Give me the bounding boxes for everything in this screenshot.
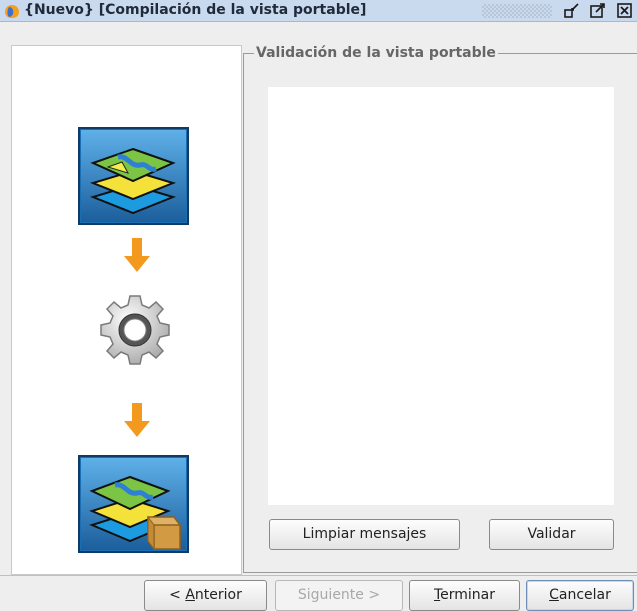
finish-button[interactable]: Terminar bbox=[409, 580, 520, 611]
title-bar-pattern bbox=[482, 4, 552, 18]
title-bar[interactable]: {Nuevo} [Compilación de la vista portabl… bbox=[0, 0, 637, 22]
validation-messages-area[interactable] bbox=[268, 87, 614, 505]
previous-button[interactable]: < Anterior bbox=[144, 580, 267, 611]
next-button[interactable]: Siguiente > bbox=[275, 580, 403, 611]
maximize-icon[interactable] bbox=[590, 3, 606, 18]
cancel-button[interactable]: Cancelar bbox=[526, 580, 634, 611]
clear-messages-button[interactable]: Limpiar mensajes bbox=[269, 519, 460, 550]
window-title: {Nuevo} [Compilación de la vista portabl… bbox=[24, 2, 367, 18]
minimize-icon[interactable] bbox=[564, 3, 580, 18]
close-icon[interactable] bbox=[617, 3, 633, 18]
gear-icon bbox=[100, 295, 170, 365]
validation-group-legend: Validación de la vista portable bbox=[254, 45, 498, 61]
arrow-down-icon bbox=[124, 238, 150, 272]
map-layers-icon bbox=[78, 127, 189, 225]
footer-separator bbox=[0, 575, 637, 576]
map-package-icon bbox=[78, 455, 189, 553]
app-fruit-icon bbox=[5, 5, 19, 18]
validate-button[interactable]: Validar bbox=[489, 519, 614, 550]
arrow-down-icon bbox=[124, 403, 150, 437]
